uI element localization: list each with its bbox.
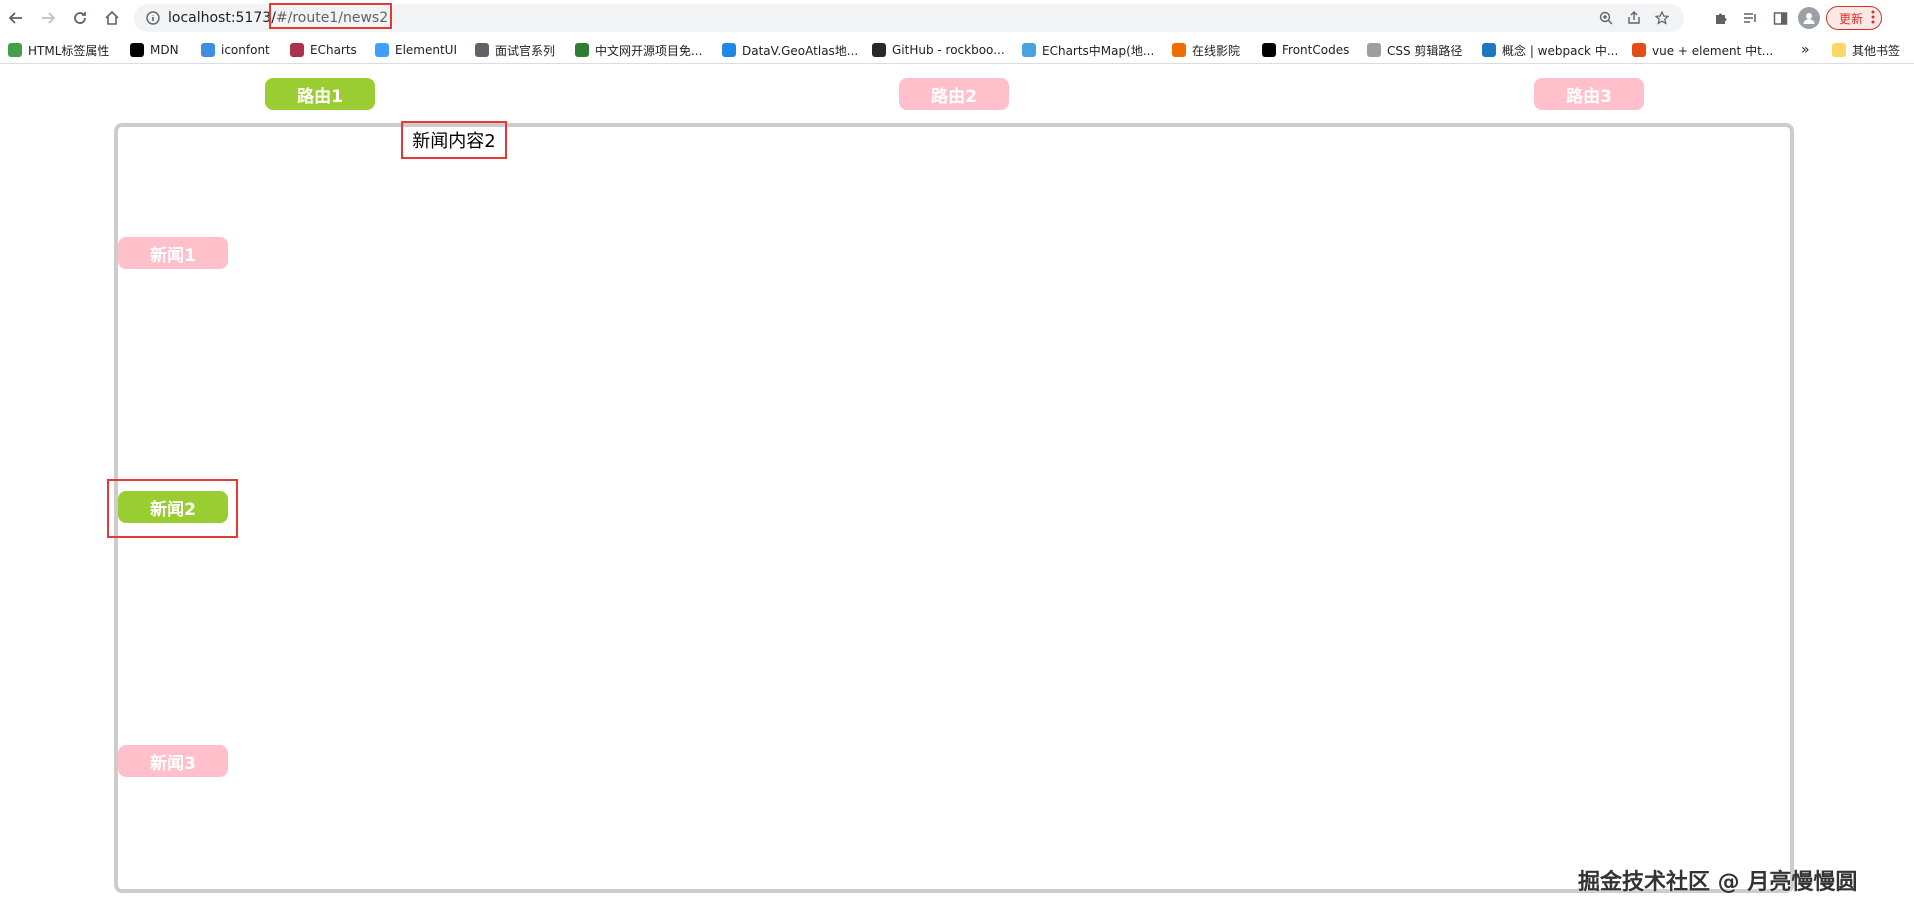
bookmark-mdn[interactable]: MDN <box>130 36 179 64</box>
bookmarks-more-chevron-icon[interactable]: » <box>1801 36 1810 64</box>
browser-actions: 更新 <box>1708 0 1883 36</box>
bookmarks-bar: HTML标签属性 MDN iconfont ECharts ElementUI … <box>0 36 1914 64</box>
bookmark-webpack[interactable]: 概念 | webpack 中... <box>1482 36 1618 64</box>
bookmark-label: FrontCodes <box>1282 43 1350 57</box>
bookmark-favicon-icon <box>201 43 215 57</box>
bookmark-favicon-icon <box>1632 43 1646 57</box>
bookmark-favicon-icon <box>1262 43 1276 57</box>
bookmark-label: 概念 | webpack 中... <box>1502 43 1619 58</box>
bookmark-label: 在线影院 <box>1192 43 1241 58</box>
bookmark-favicon-icon <box>722 43 736 57</box>
app-viewport: 路由1 路由2 路由3 新闻内容2 新闻1 新闻2 新闻3 <box>0 65 1914 920</box>
route-1-link[interactable]: 路由1 <box>265 78 375 110</box>
bookmark-label: GitHub - rockboo... <box>892 43 1005 57</box>
extensions-puzzle-icon[interactable] <box>1708 6 1732 30</box>
bookmark-favicon-icon <box>872 43 886 57</box>
bookmark-opensource[interactable]: 中文网开源项目免... <box>575 36 702 64</box>
update-button[interactable]: 更新 <box>1826 6 1883 30</box>
news-1-link[interactable]: 新闻1 <box>118 237 228 269</box>
forward-arrow-icon[interactable] <box>37 7 59 29</box>
bookmark-cinema[interactable]: 在线影院 <box>1172 36 1240 64</box>
star-icon[interactable] <box>1652 8 1672 28</box>
media-queue-icon[interactable] <box>1738 6 1762 30</box>
bookmark-favicon-icon <box>1482 43 1496 57</box>
bookmark-html[interactable]: HTML标签属性 <box>8 36 109 64</box>
route-3-link[interactable]: 路由3 <box>1534 78 1644 110</box>
bookmark-favicon-icon <box>1367 43 1381 57</box>
url-highlight-box <box>269 3 392 29</box>
side-panel-icon[interactable] <box>1768 6 1792 30</box>
bookmark-favicon-icon <box>8 43 22 57</box>
bookmark-echarts-map[interactable]: ECharts中Map(地... <box>1022 36 1154 64</box>
bookmark-interview[interactable]: 面试官系列 <box>475 36 555 64</box>
news-3-link[interactable]: 新闻3 <box>118 745 228 777</box>
update-label: 更新 <box>1839 11 1864 26</box>
folder-icon <box>1832 43 1846 57</box>
bookmark-label: ElementUI <box>395 43 458 57</box>
bookmark-favicon-icon <box>375 43 389 57</box>
route-2-link[interactable]: 路由2 <box>899 78 1009 110</box>
omnibox-actions <box>1596 4 1684 32</box>
bookmark-echarts[interactable]: ECharts <box>290 36 357 64</box>
site-info-icon[interactable] <box>144 9 162 27</box>
watermark-text: 掘金技术社区 @ 月亮慢慢圆 <box>1578 870 1858 895</box>
news-content-text: 新闻内容2 <box>401 121 507 159</box>
other-bookmarks-label: 其他书签 <box>1852 43 1901 58</box>
bookmark-favicon-icon <box>130 43 144 57</box>
bookmark-favicon-icon <box>1022 43 1036 57</box>
reload-icon[interactable] <box>69 7 91 29</box>
zoom-icon[interactable] <box>1596 8 1616 28</box>
other-bookmarks[interactable]: 其他书签 <box>1832 36 1900 64</box>
route-view-frame <box>114 123 1794 893</box>
bookmark-label: 中文网开源项目免... <box>595 43 703 58</box>
bookmark-github[interactable]: GitHub - rockboo... <box>872 36 1005 64</box>
bookmark-favicon-icon <box>475 43 489 57</box>
bookmark-label: iconfont <box>221 43 270 57</box>
bookmark-css-clip[interactable]: CSS 剪辑路径 <box>1367 36 1462 64</box>
back-arrow-icon[interactable] <box>5 7 27 29</box>
bookmark-label: ECharts中Map(地... <box>1042 43 1155 58</box>
bookmark-favicon-icon <box>575 43 589 57</box>
bookmark-label: HTML标签属性 <box>28 43 110 58</box>
url-host: localhost:5173/ <box>168 10 276 26</box>
home-icon[interactable] <box>101 7 123 29</box>
bookmark-frontcodes[interactable]: FrontCodes <box>1262 36 1349 64</box>
bookmark-vue-element[interactable]: vue + element 中t... <box>1632 36 1773 64</box>
bookmark-label: 面试官系列 <box>495 43 556 58</box>
browser-toolbar: localhost:5173/#/route1/news2 更新 <box>0 0 1914 36</box>
more-vert-icon <box>1871 10 1875 27</box>
bookmark-label: ECharts <box>310 43 357 57</box>
bookmark-elementui[interactable]: ElementUI <box>375 36 457 64</box>
bookmark-label: vue + element 中t... <box>1652 43 1774 58</box>
bookmark-favicon-icon <box>1172 43 1186 57</box>
bookmark-favicon-icon <box>290 43 304 57</box>
bookmark-iconfont[interactable]: iconfont <box>201 36 270 64</box>
bookmark-label: CSS 剪辑路径 <box>1387 43 1463 58</box>
bookmark-label: MDN <box>150 43 179 57</box>
bookmark-datav[interactable]: DataV.GeoAtlas地... <box>722 36 858 64</box>
news-2-highlight-box <box>107 479 238 538</box>
profile-avatar-icon[interactable] <box>1798 7 1820 29</box>
share-icon[interactable] <box>1624 8 1644 28</box>
bookmark-label: DataV.GeoAtlas地... <box>742 43 859 58</box>
